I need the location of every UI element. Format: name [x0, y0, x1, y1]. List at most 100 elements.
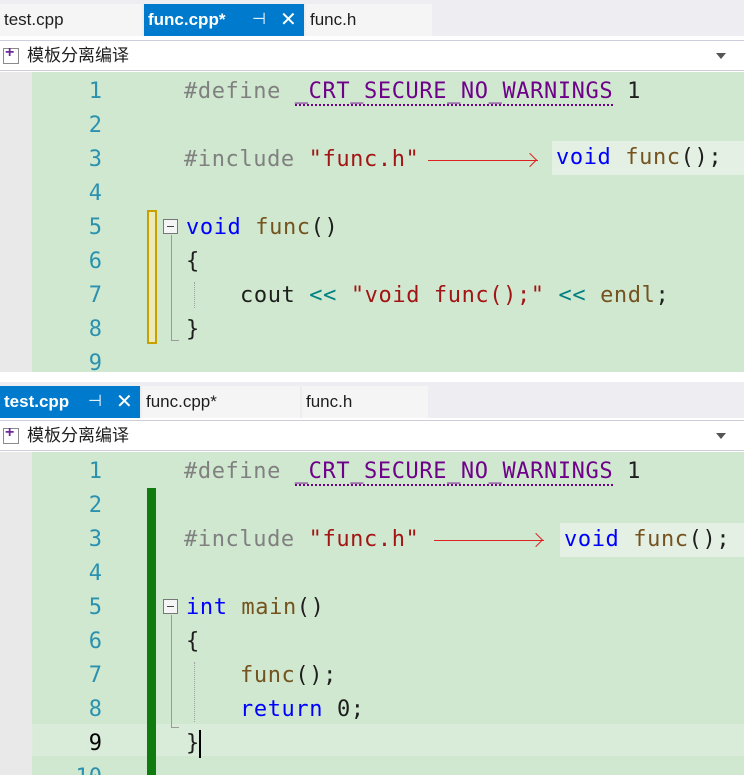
- tab-func-h[interactable]: func.h: [306, 4, 432, 36]
- tab-close-icon[interactable]: ✕: [116, 386, 133, 418]
- code-token: 0;: [336, 697, 365, 722]
- line-number: 8: [88, 697, 102, 722]
- code-line-9: }: [186, 727, 200, 761]
- tab-label: func.cpp*: [146, 392, 217, 411]
- code-token: <<: [309, 283, 337, 308]
- tab-pin-icon[interactable]: ⊣: [88, 386, 102, 418]
- code-line-1: #define _CRT_SECURE_NO_WARNINGS 1: [184, 455, 641, 489]
- code-line-7: cout << "void func();" << endl;: [240, 279, 669, 313]
- tab-label: func.h: [306, 392, 353, 411]
- indent-guide: [194, 662, 195, 722]
- line-number: 5: [88, 215, 102, 240]
- line-number: 6: [88, 249, 102, 274]
- tab-label: test.cpp: [4, 392, 70, 411]
- code-token: (): [310, 215, 339, 240]
- code-token: endl: [600, 283, 656, 308]
- dropdown-arrow-icon[interactable]: [716, 53, 726, 59]
- code-area[interactable]: [32, 72, 744, 372]
- code-token: "void func();": [350, 283, 545, 308]
- code-editor[interactable]: 1 2 3 4 5 6 7 8 9 10 #define _CRT_SECURE…: [0, 452, 744, 775]
- change-indicator-bar: [147, 488, 156, 775]
- line-number: 6: [88, 629, 102, 654]
- line-number: 4: [88, 181, 102, 206]
- tab-pin-icon[interactable]: ⊣: [252, 4, 266, 36]
- line-number: 1: [88, 459, 102, 484]
- tab-test-cpp[interactable]: test.cpp: [0, 4, 142, 36]
- code-token: main: [241, 595, 297, 620]
- line-number: 7: [88, 283, 102, 308]
- code-token: ();: [295, 663, 337, 688]
- line-number: 2: [88, 493, 102, 518]
- tab-label: test.cpp: [4, 10, 64, 29]
- code-line-3: #include "func.h": [184, 523, 419, 557]
- code-token: 1: [627, 459, 641, 484]
- scope-dropdown[interactable]: 模板分离编译: [0, 40, 744, 71]
- code-token: void: [556, 145, 612, 170]
- code-token: func: [625, 145, 681, 170]
- fold-guide-end: [171, 340, 179, 341]
- fold-guide-end: [171, 727, 179, 728]
- code-token: <<: [558, 283, 587, 308]
- tab-func-h[interactable]: func.h: [302, 386, 428, 418]
- fold-collapse-icon[interactable]: [163, 599, 178, 614]
- code-line-7: func();: [240, 659, 337, 693]
- line-number: 4: [88, 561, 102, 586]
- code-token: int: [186, 595, 228, 620]
- indent-guide: [194, 282, 195, 308]
- scope-label: 模板分离编译: [27, 426, 129, 445]
- editor-pane-func-cpp: test.cpp func.cpp* ⊣ ✕ func.h 模板分离编译 1 2…: [0, 0, 744, 372]
- code-token: _CRT_SECURE_NO_WARNINGS: [294, 459, 614, 486]
- tab-func-cpp[interactable]: func.cpp* ⊣ ✕: [144, 4, 304, 36]
- line-number: 1: [88, 79, 102, 104]
- line-number: 5: [88, 595, 102, 620]
- line-number: 9: [88, 351, 102, 372]
- code-token: func: [633, 527, 689, 552]
- code-token: }: [186, 731, 200, 756]
- code-editor[interactable]: 1 2 3 4 5 6 7 8 9 #define _CRT_SECURE_NO…: [0, 72, 744, 372]
- declaration-callout: void func();: [552, 141, 744, 175]
- code-line-6: {: [186, 625, 200, 659]
- code-token: ();: [688, 527, 731, 552]
- line-number-current: 9: [88, 731, 102, 756]
- tab-label: func.cpp*: [148, 10, 226, 29]
- scope-icon: [3, 424, 19, 444]
- tab-close-icon[interactable]: ✕: [280, 4, 297, 36]
- tab-label: func.h: [310, 10, 357, 29]
- code-token: return: [240, 697, 324, 722]
- tab-bar: test.cpp ⊣ ✕ func.cpp* func.h: [0, 382, 744, 418]
- annotation-arrow: [434, 540, 544, 541]
- code-token: func: [240, 663, 296, 688]
- code-token: "func.h": [308, 527, 420, 552]
- code-line-3: #include "func.h": [184, 143, 419, 177]
- code-token: _CRT_SECURE_NO_WARNINGS: [294, 79, 614, 106]
- scope-dropdown[interactable]: 模板分离编译: [0, 420, 744, 451]
- code-token: ;: [655, 283, 670, 308]
- tab-func-cpp[interactable]: func.cpp*: [142, 386, 300, 418]
- code-token: {: [186, 249, 200, 274]
- code-token: #include: [184, 527, 295, 552]
- code-line-5: void func(): [186, 211, 338, 245]
- code-token: cout: [240, 283, 296, 308]
- code-token: #include: [184, 147, 295, 172]
- scope-label: 模板分离编译: [27, 46, 129, 65]
- tab-test-cpp[interactable]: test.cpp ⊣ ✕: [0, 386, 140, 418]
- text-caret: [199, 730, 201, 758]
- line-number: 8: [88, 317, 102, 342]
- code-token: #define: [184, 79, 281, 104]
- line-number: 2: [88, 113, 102, 138]
- line-number: 10: [60, 761, 103, 775]
- code-line-8: }: [186, 313, 200, 347]
- fold-guide: [171, 235, 172, 340]
- fold-collapse-icon[interactable]: [163, 219, 178, 234]
- code-token: #define: [184, 459, 281, 484]
- code-line-5: int main(): [186, 591, 325, 625]
- declaration-callout: void func();: [560, 523, 744, 557]
- code-token: "func.h": [308, 147, 420, 172]
- code-line-8: return 0;: [240, 693, 365, 727]
- code-token: }: [186, 317, 200, 342]
- editor-pane-test-cpp: test.cpp ⊣ ✕ func.cpp* func.h 模板分离编译 1 2…: [0, 382, 744, 775]
- code-token: 1: [627, 79, 641, 104]
- code-token: func: [255, 215, 311, 240]
- scope-icon: [3, 44, 19, 64]
- dropdown-arrow-icon[interactable]: [716, 433, 726, 439]
